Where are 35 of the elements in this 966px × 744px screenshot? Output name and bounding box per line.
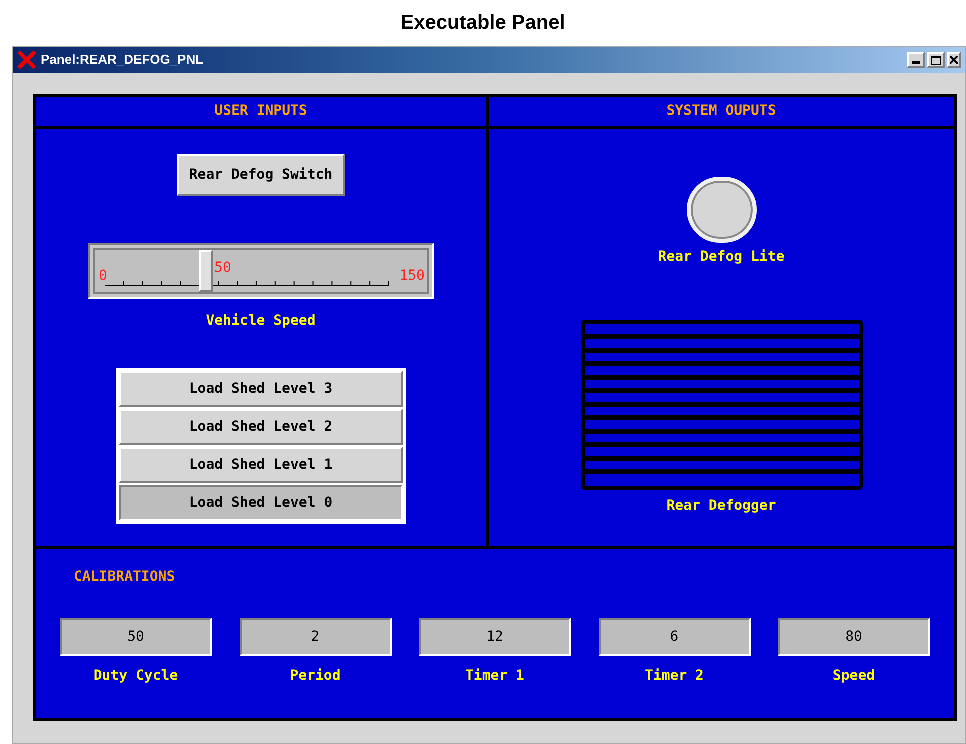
tick-scale-icon	[105, 279, 389, 287]
vehicle-speed-label: Vehicle Speed	[206, 312, 316, 331]
minimize-icon	[912, 61, 920, 64]
calibration-label: Timer 1	[465, 667, 524, 686]
section-header: SYSTEM OUPUTS	[666, 102, 776, 121]
close-button[interactable]	[947, 52, 961, 68]
load-shed-button[interactable]: Load Shed Level 0	[119, 485, 403, 521]
x-logo-icon	[17, 51, 37, 69]
minimize-button[interactable]	[907, 52, 925, 68]
calibration-field[interactable]: 50	[60, 618, 212, 656]
maximize-button[interactable]	[927, 52, 945, 68]
page-title: Executable Panel	[400, 11, 566, 36]
calibration-field[interactable]: 6	[598, 618, 750, 656]
slider-value-label: 50	[214, 259, 232, 278]
rear-defog-switch-button[interactable]: Rear Defog Switch	[177, 154, 345, 196]
maximize-icon	[931, 56, 941, 64]
close-icon	[950, 56, 958, 64]
slider-min-label: 0	[99, 267, 108, 286]
calibration-label: Timer 2	[644, 667, 704, 686]
calibration-field[interactable]: 12	[419, 618, 571, 656]
window-title: Panel:REAR_DEFOG_PNL	[41, 51, 205, 70]
lamp-label: Rear Defog Lite	[658, 248, 785, 267]
slider-max-label: 150	[400, 267, 425, 286]
slider-thumb[interactable]	[198, 250, 213, 292]
defogger-label: Rear Defogger	[666, 497, 776, 516]
calibration-label: Speed	[832, 667, 876, 686]
section-header: USER INPUTS	[214, 102, 308, 121]
calibration-label: Period	[290, 667, 341, 686]
load-shed-button[interactable]: Load Shed Level 2	[119, 409, 403, 445]
load-shed-button[interactable]: Load Shed Level 3	[119, 371, 403, 407]
calibration-label: Duty Cycle	[94, 667, 178, 686]
section-header: CALIBRATIONS	[74, 568, 176, 587]
calibration-field[interactable]: 80	[778, 618, 930, 656]
calibration-field[interactable]: 2	[240, 618, 392, 656]
load-shed-button[interactable]: Load Shed Level 1	[119, 447, 403, 483]
